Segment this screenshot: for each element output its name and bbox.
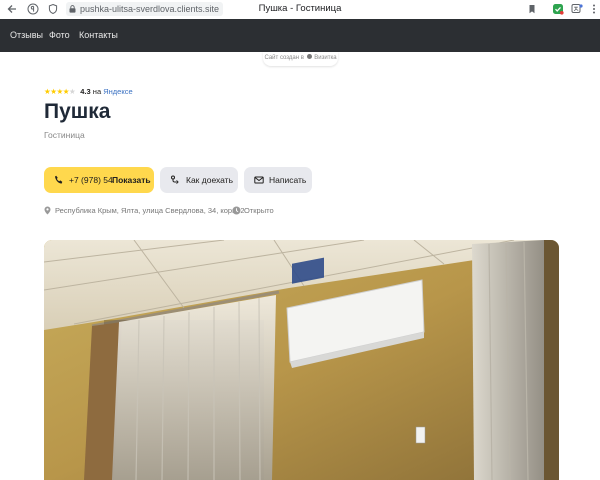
browser-toolbar: pushka-ulitsa-sverdlova.clients.site Пуш…: [0, 0, 600, 20]
phone-show-button[interactable]: +7 (978) 54 Показать: [44, 167, 154, 193]
nav-link-reviews[interactable]: Отзывы: [10, 30, 43, 41]
phone-number: +7 (978) 54: [69, 175, 113, 185]
badge-brand: Визитка: [314, 55, 337, 61]
route-button[interactable]: Как доехать: [160, 167, 238, 193]
mail-icon: [254, 176, 264, 184]
write-button[interactable]: Написать: [244, 167, 312, 193]
rating-source-link[interactable]: Яндексе: [103, 87, 132, 96]
remote: [415, 426, 426, 444]
page-title: Пушка: [44, 100, 111, 123]
nav-link-contacts[interactable]: Контакты: [79, 30, 118, 41]
clock-icon: [232, 206, 241, 215]
menu-kebab-icon[interactable]: [588, 3, 600, 15]
room-photo-illustration: [44, 240, 559, 480]
vizitka-logo-icon: [306, 54, 312, 60]
phone-icon: [55, 175, 63, 184]
extension-green-icon[interactable]: [552, 3, 564, 15]
rating-on-text: на: [92, 87, 102, 96]
rating-value: 4.3: [80, 87, 91, 96]
address-text: Республика Крым, Ялта, улица Свердлова, …: [55, 206, 245, 215]
site-nav: Отзывы Фото Контакты: [0, 19, 600, 52]
hotel-photo[interactable]: [44, 240, 559, 480]
show-label: Показать: [112, 175, 151, 185]
business-category: Гостиница: [44, 130, 85, 140]
right-curtain: [472, 240, 549, 480]
badge-text-pre: Сайт создан в: [264, 55, 304, 61]
route-icon: [171, 175, 179, 184]
site-builder-badge[interactable]: Сайт создан в Визитка: [263, 52, 338, 66]
bookmark-icon[interactable]: [526, 3, 538, 15]
opening-status: Открыто: [244, 206, 274, 215]
write-label: Написать: [269, 175, 307, 185]
tab-title: Пушка - Гостиница: [258, 3, 342, 14]
location-pin-icon: [44, 206, 51, 215]
nav-link-photos[interactable]: Фото: [49, 30, 70, 41]
rating: ★★★★★ 4.3 на Яндексе: [44, 87, 133, 97]
star-empty-icon: ★: [68, 87, 76, 96]
rating-stars: ★★★★★: [44, 87, 76, 97]
right-wall-shadow: [544, 240, 559, 480]
route-label: Как доехать: [186, 175, 234, 185]
extension-translate-icon[interactable]: [571, 3, 583, 15]
